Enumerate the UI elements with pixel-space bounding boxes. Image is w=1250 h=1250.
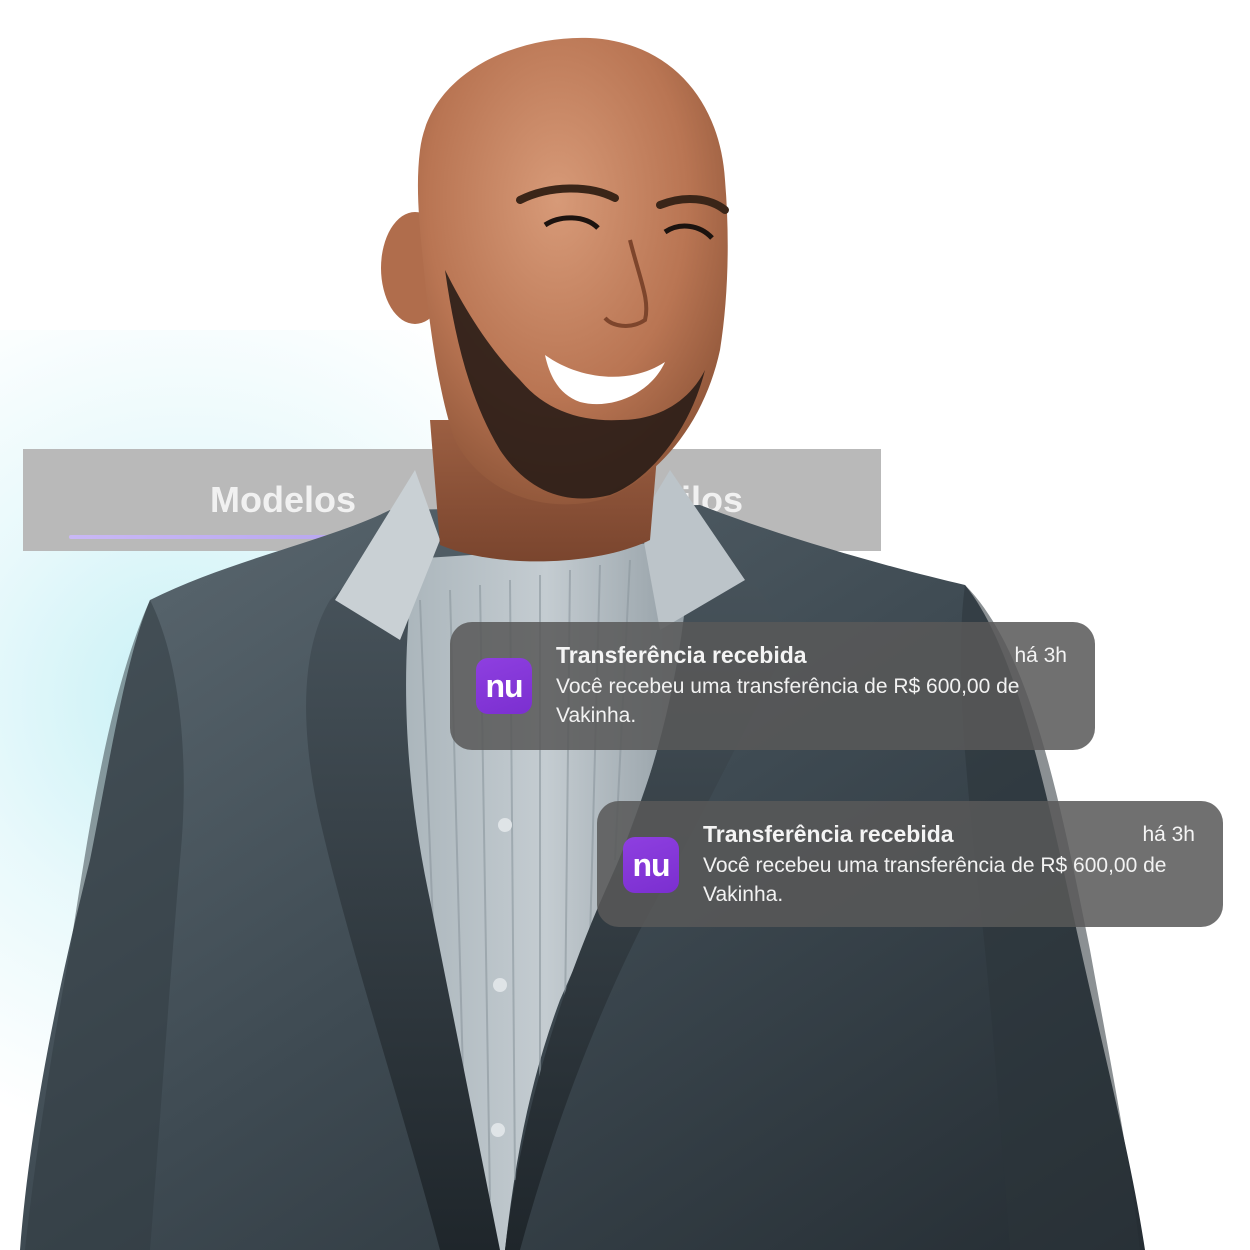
nubank-icon: nu (623, 837, 679, 893)
notification-time: há 3h (1142, 823, 1195, 846)
notification-card[interactable]: nu Transferência recebida há 3h Você rec… (450, 622, 1095, 750)
notification-title: Transferência recebida (556, 642, 807, 668)
marketing-banner: Modelos ilos nu Transferência recebida h… (0, 0, 1250, 1250)
app-icon-text: nu (485, 667, 523, 704)
app-icon-text: nu (632, 846, 670, 883)
notification-card[interactable]: nu Transferência recebida há 3h Você rec… (597, 801, 1223, 927)
notification-time: há 3h (1014, 644, 1067, 667)
nubank-icon: nu (476, 658, 532, 714)
notification-body: Você recebeu uma transferência de R$ 600… (703, 854, 1167, 906)
notification-body: Você recebeu uma transferência de R$ 600… (556, 675, 1020, 727)
notification-title: Transferência recebida (703, 821, 954, 847)
